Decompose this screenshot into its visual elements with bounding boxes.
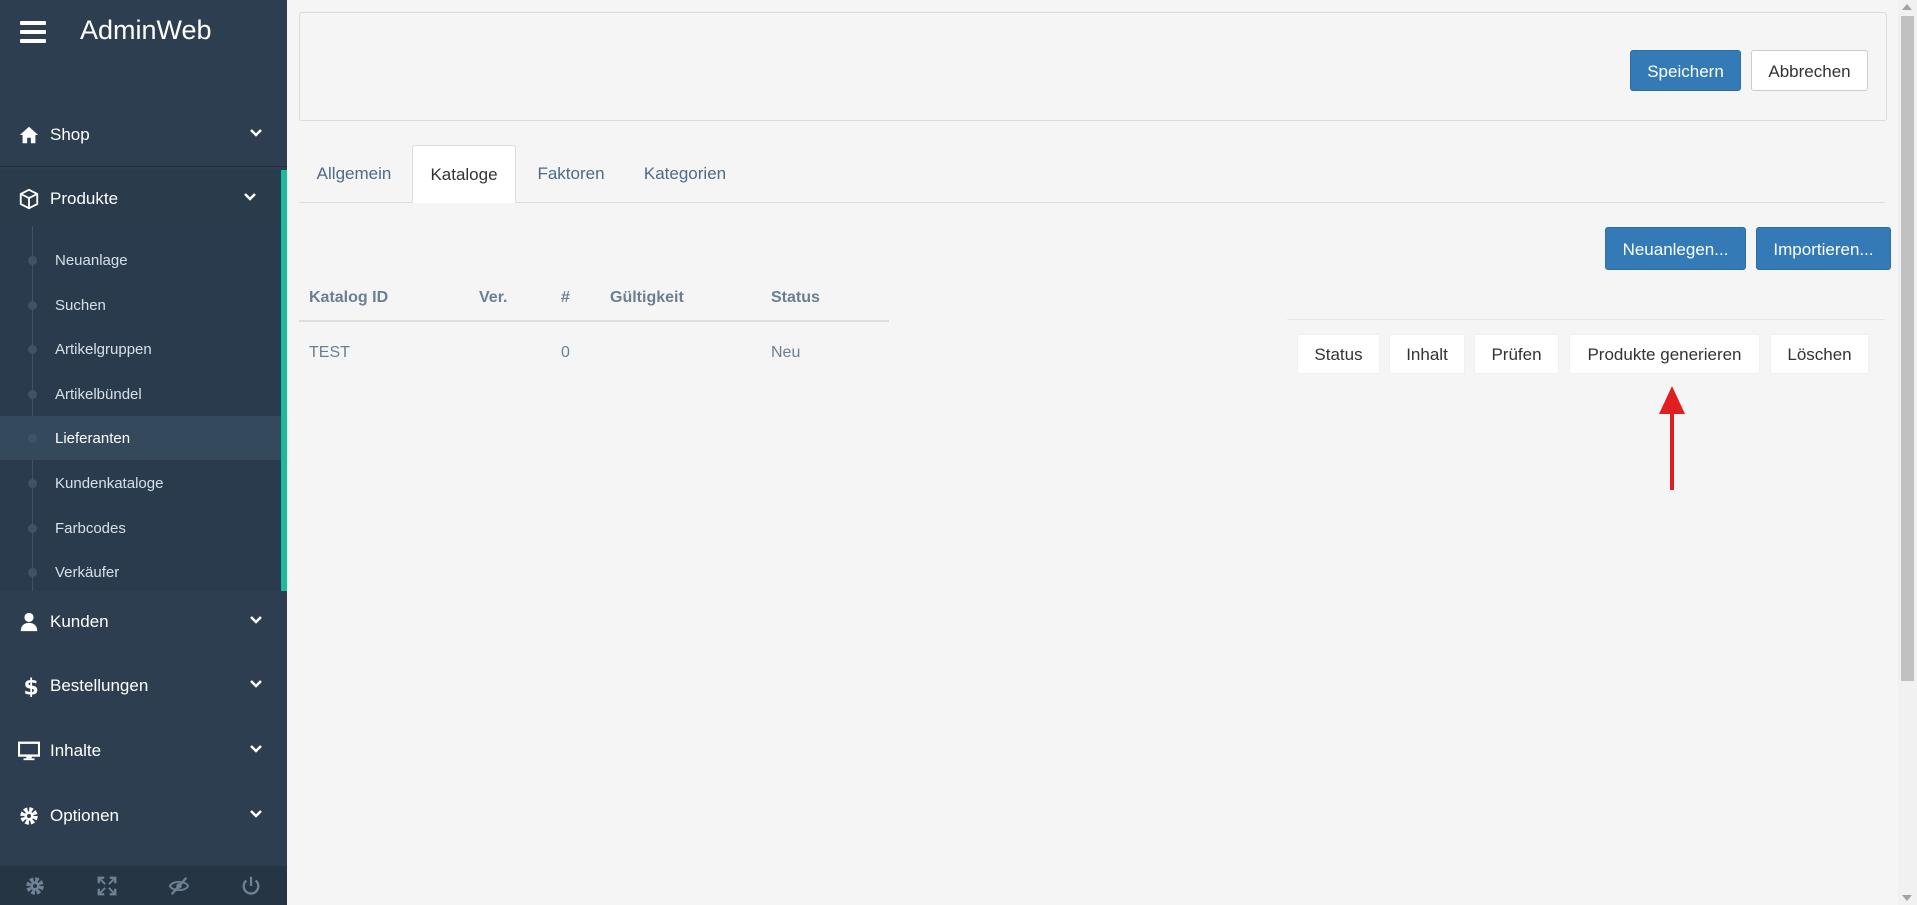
- submenu-suchen[interactable]: Suchen: [0, 283, 281, 327]
- annotation-arrow-icon: [1659, 386, 1685, 490]
- submenu-label: Neuanlage: [55, 252, 128, 269]
- user-icon: [20, 612, 38, 632]
- tab-kataloge[interactable]: Kataloge: [412, 145, 516, 203]
- eye-slash-icon[interactable]: [168, 875, 190, 897]
- monitor-icon: [18, 741, 40, 761]
- table-header: Katalog ID Ver. # Gültigkeit Status: [299, 278, 889, 322]
- column-header: Gültigkeit: [610, 289, 684, 306]
- main-content: Speichern Abbrechen Allgemein Kataloge F…: [287, 0, 1898, 905]
- nav-inhalte-label: Inhalte: [50, 741, 102, 760]
- nav-bestellungen-label: Bestellungen: [50, 676, 149, 695]
- nav-shop-label: Shop: [50, 125, 90, 144]
- sidebar: AdminWeb Shop Produkte Neuanlage Suchen …: [0, 0, 287, 905]
- nav-inhalte[interactable]: Inhalte: [0, 718, 287, 782]
- submenu-verkaeufer[interactable]: Verkäufer: [0, 550, 281, 594]
- cancel-button[interactable]: Abbrechen: [1751, 50, 1868, 91]
- check-button[interactable]: Prüfen: [1474, 334, 1559, 374]
- table-row[interactable]: TEST 0 Neu: [299, 322, 889, 368]
- submenu-label: Artikelbündel: [55, 386, 142, 403]
- submenu-label: Lieferanten: [55, 430, 131, 447]
- nav-bestellungen[interactable]: $ Bestellungen: [0, 653, 287, 717]
- home-icon: [19, 126, 39, 144]
- generate-products-button[interactable]: Produkte generieren: [1569, 334, 1760, 374]
- chevron-down-icon: [244, 193, 256, 201]
- app-title: AdminWeb: [80, 15, 212, 45]
- produkte-submenu: Neuanlage Suchen Artikelgruppen Artikelb…: [0, 226, 281, 591]
- submenu-label: Suchen: [55, 297, 106, 314]
- fullscreen-icon[interactable]: [96, 875, 118, 897]
- chevron-down-icon: [250, 616, 262, 624]
- status-button[interactable]: Status: [1297, 334, 1380, 374]
- chevron-down-icon: [250, 745, 262, 753]
- actions-divider: [1287, 319, 1885, 320]
- vertical-scrollbar[interactable]: [1898, 0, 1917, 905]
- new-catalog-button[interactable]: Neuanlegen...: [1605, 227, 1746, 270]
- sidebar-footer: [0, 866, 287, 905]
- power-icon[interactable]: [240, 875, 262, 897]
- nav-produkte-label: Produkte: [50, 189, 119, 208]
- chevron-down-icon: [250, 810, 262, 818]
- hamburger-menu-icon[interactable]: [20, 21, 46, 43]
- column-header: Status: [771, 289, 820, 306]
- submenu-lieferanten[interactable]: Lieferanten: [0, 416, 281, 460]
- scroll-up-arrow-icon[interactable]: [1902, 4, 1912, 10]
- nav-kunden[interactable]: Kunden: [0, 589, 287, 653]
- submenu-artikelbuendel[interactable]: Artikelbündel: [0, 372, 281, 416]
- delete-button[interactable]: Löschen: [1770, 334, 1869, 374]
- submenu-kundenkataloge[interactable]: Kundenkataloge: [0, 461, 281, 505]
- submenu-label: Farbcodes: [55, 520, 126, 537]
- tab-allgemein[interactable]: Allgemein: [299, 145, 409, 202]
- column-header: #: [561, 289, 570, 306]
- submenu-label: Kundenkataloge: [55, 475, 164, 492]
- nav-optionen-label: Optionen: [50, 806, 119, 825]
- gear-icon: [20, 807, 38, 825]
- save-button[interactable]: Speichern: [1630, 50, 1741, 91]
- chevron-down-icon: [250, 129, 262, 137]
- submenu-label: Artikelgruppen: [55, 341, 152, 358]
- tab-faktoren[interactable]: Faktoren: [519, 145, 623, 202]
- dollar-icon: $: [24, 675, 39, 697]
- submenu-farbcodes[interactable]: Farbcodes: [0, 506, 281, 550]
- settings-icon[interactable]: [24, 875, 46, 897]
- nav-kunden-label: Kunden: [50, 612, 109, 631]
- nav-optionen[interactable]: Optionen: [0, 783, 287, 847]
- scrollbar-thumb[interactable]: [1901, 16, 1914, 681]
- brand-header: AdminWeb: [0, 0, 287, 64]
- cell-catalog-id: TEST: [309, 344, 350, 361]
- content-button[interactable]: Inhalt: [1389, 334, 1465, 374]
- submenu-artikelgruppen[interactable]: Artikelgruppen: [0, 327, 281, 371]
- chevron-down-icon: [250, 680, 262, 688]
- nav-produkte[interactable]: Produkte: [0, 170, 287, 227]
- svg-text:$: $: [24, 675, 39, 697]
- nav-shop[interactable]: Shop: [0, 102, 287, 167]
- column-header: Katalog ID: [309, 289, 389, 306]
- cell-status: Neu: [771, 344, 801, 361]
- tab-kategorien[interactable]: Kategorien: [626, 145, 744, 202]
- scroll-down-arrow-icon[interactable]: [1902, 895, 1912, 901]
- submenu-neuanlage[interactable]: Neuanlage: [0, 238, 281, 282]
- cube-icon: [19, 188, 39, 210]
- cell-count: 0: [561, 344, 570, 361]
- import-button[interactable]: Importieren...: [1756, 227, 1891, 270]
- tab-bar: Allgemein Kataloge Faktoren Kategorien: [299, 145, 1885, 203]
- action-panel: Speichern Abbrechen: [299, 12, 1887, 121]
- submenu-label: Verkäufer: [55, 564, 120, 581]
- column-header: Ver.: [479, 289, 508, 306]
